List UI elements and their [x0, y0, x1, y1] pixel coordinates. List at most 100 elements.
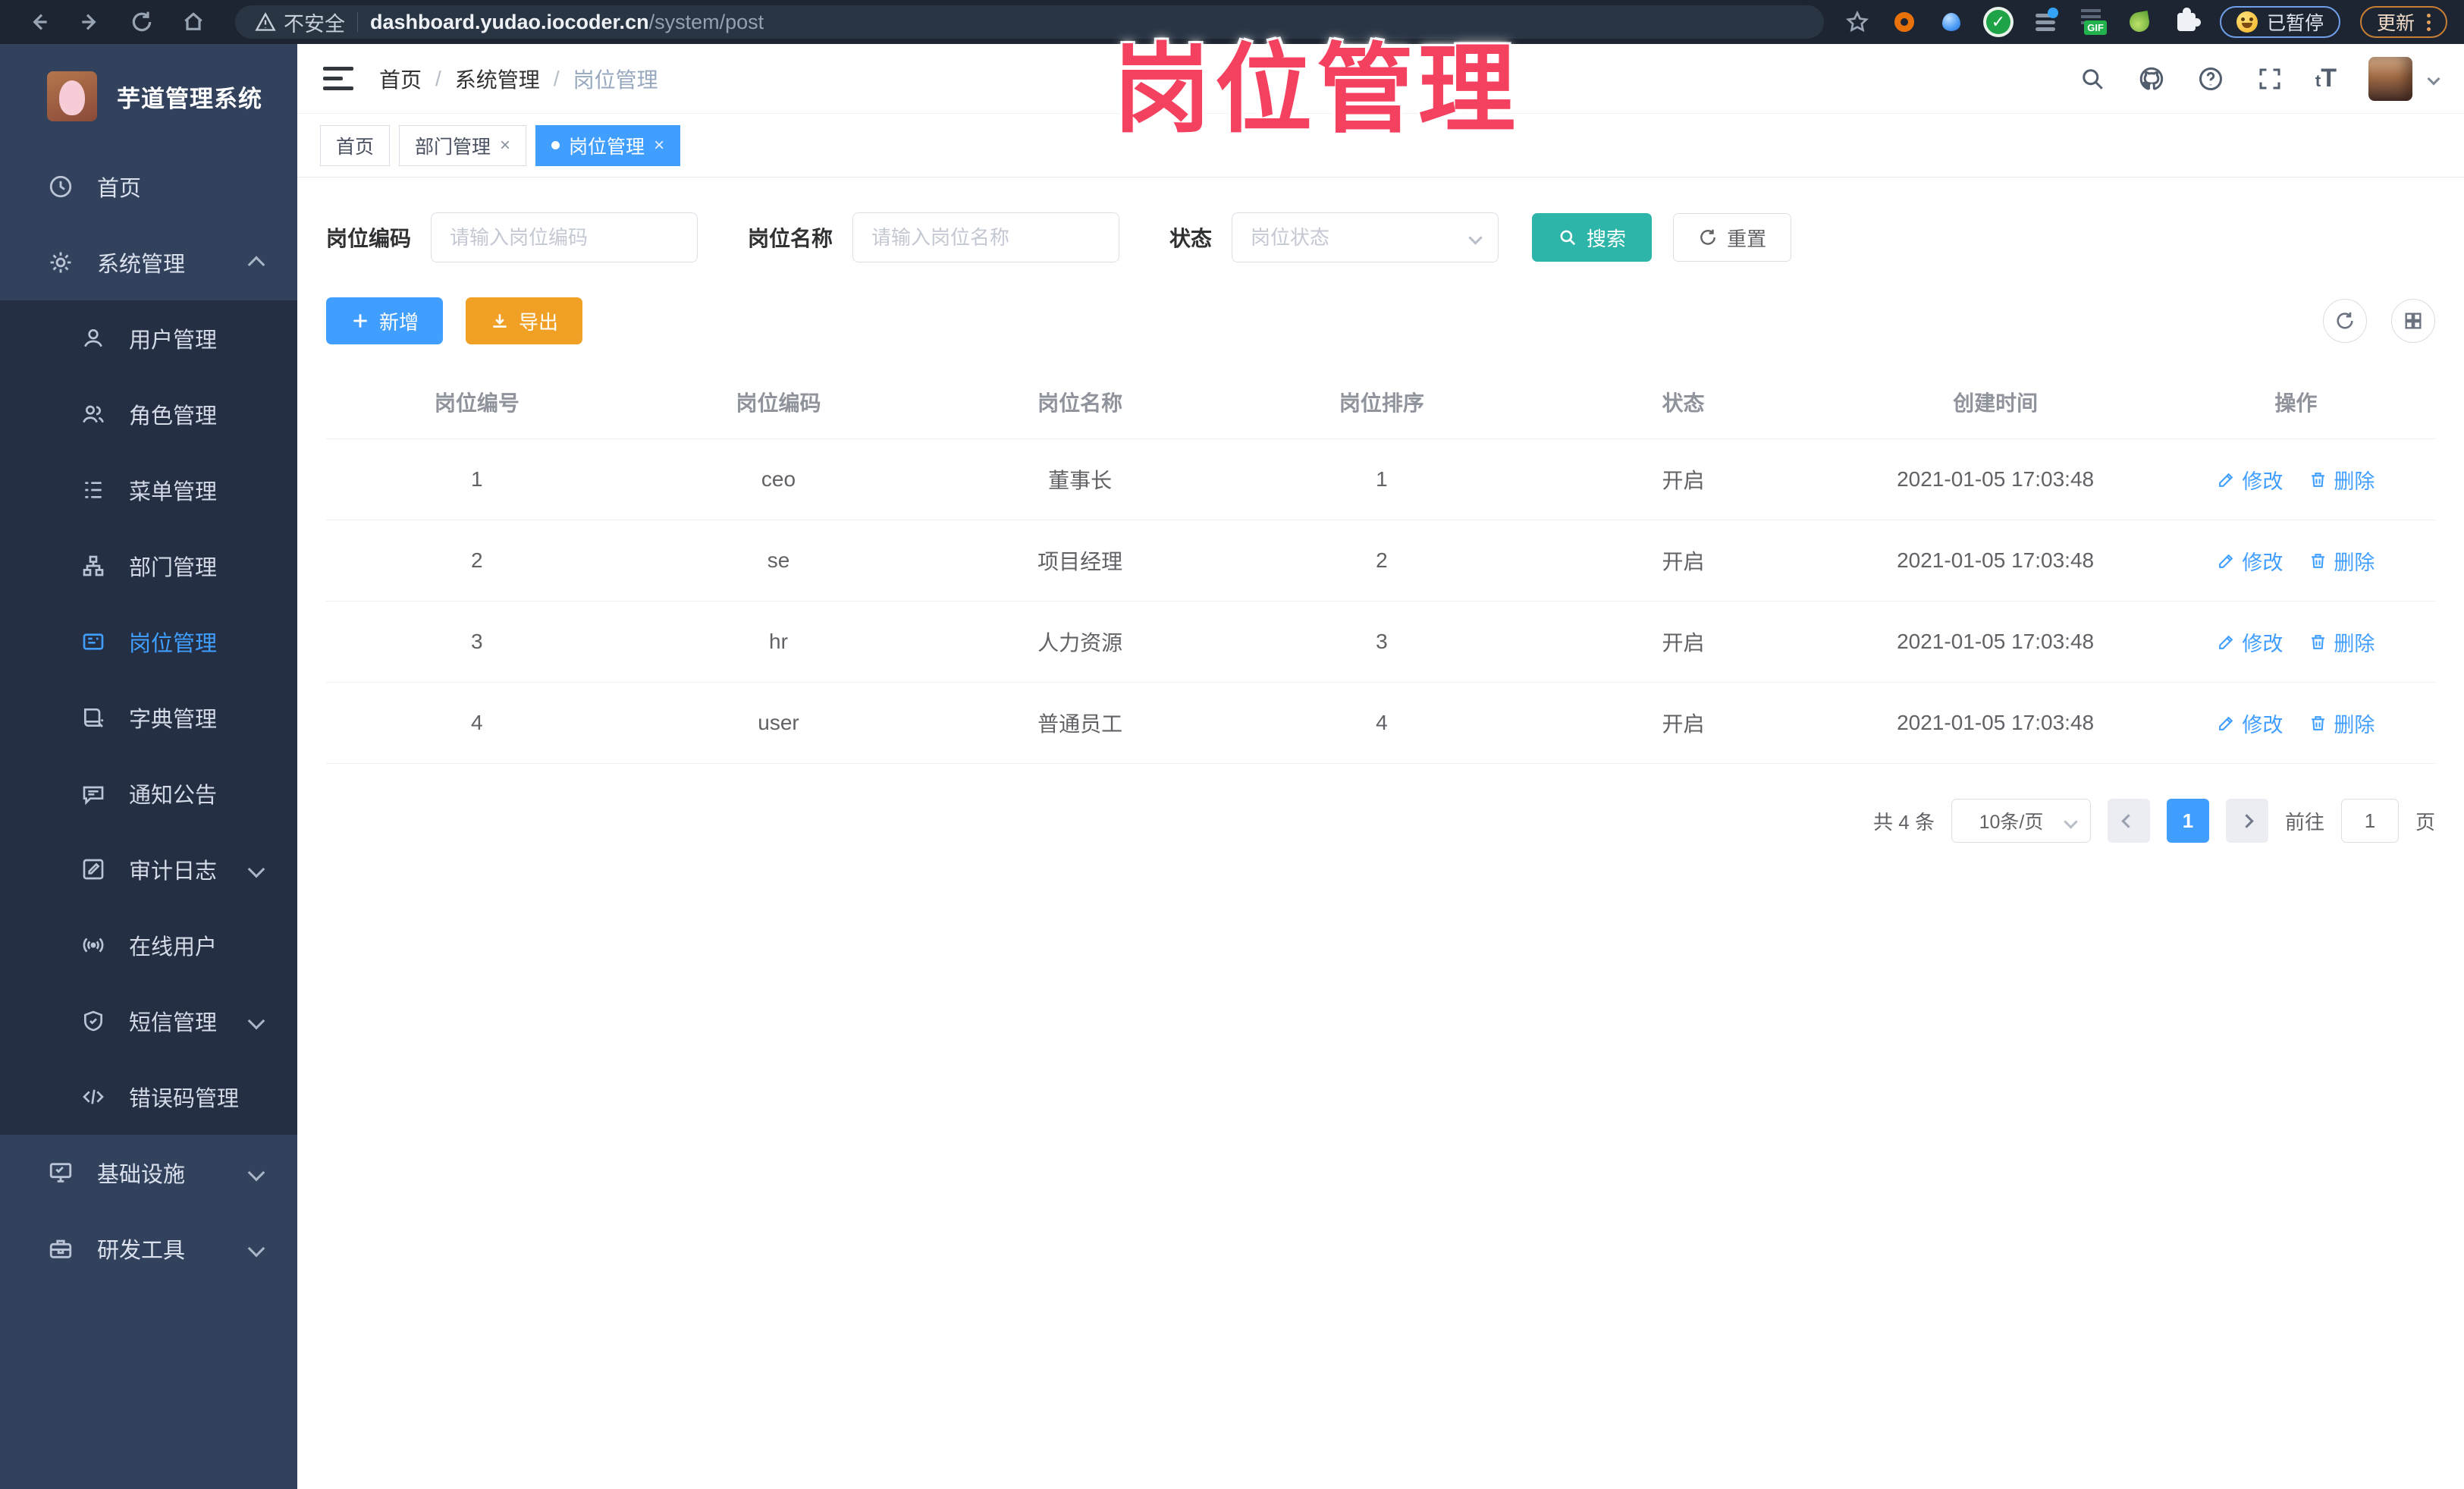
avatar-caret-icon[interactable] — [2427, 72, 2440, 85]
signal-icon — [80, 932, 106, 958]
extensions-puzzle-icon[interactable] — [2173, 8, 2201, 36]
breadcrumb-system[interactable]: 系统管理 — [455, 64, 540, 94]
extension-drop-icon[interactable] — [1938, 8, 1965, 36]
extension-sliders-icon[interactable] — [2032, 8, 2059, 36]
prev-page-button[interactable] — [2107, 799, 2150, 843]
sidebar-item-home[interactable]: 首页 — [0, 149, 297, 225]
trash-icon — [2312, 553, 2325, 568]
tab-departments[interactable]: 部门管理 × — [399, 124, 527, 166]
refresh-table-button[interactable] — [2323, 299, 2367, 343]
extension-sprout-icon[interactable] — [2126, 8, 2153, 36]
delete-link[interactable]: 删除 — [2309, 546, 2375, 576]
github-icon[interactable] — [2138, 65, 2165, 93]
status-select[interactable] — [1232, 212, 1499, 262]
tab-label: 岗位管理 — [569, 136, 645, 158]
sidebar-item-devtools[interactable]: 研发工具 — [0, 1211, 297, 1286]
extension-orange-icon[interactable] — [1891, 8, 1918, 36]
reset-button[interactable]: 重置 — [1673, 213, 1792, 262]
chevron-down-icon — [247, 860, 265, 878]
list-tree-icon — [80, 477, 106, 503]
collapse-sidebar-icon[interactable] — [323, 66, 353, 91]
tab-posts[interactable]: 岗位管理 × — [535, 124, 681, 166]
breadcrumb: 首页 / 系统管理 / 岗位管理 — [379, 64, 658, 94]
pencil-icon — [2219, 554, 2233, 568]
post-name-label: 岗位名称 — [748, 227, 833, 250]
update-label: 更新 — [2376, 13, 2415, 34]
edit-link[interactable]: 修改 — [2217, 708, 2283, 738]
page-size-value: 10条/页 — [1951, 799, 2091, 843]
font-size-icon[interactable]: tT — [2315, 64, 2337, 93]
org-tree-icon — [80, 553, 106, 579]
page-content: 岗位编码 岗位名称 状态 搜索 — [297, 177, 2464, 1489]
address-bar[interactable]: 不安全 dashboard.yudao.iocoder.cn/system/po… — [235, 5, 1824, 39]
sidebar-item-dict[interactable]: 字典管理 — [0, 680, 297, 755]
col-status: 状态 — [1532, 367, 1835, 439]
search-icon[interactable] — [2079, 65, 2106, 93]
delete-link[interactable]: 删除 — [2309, 465, 2375, 495]
sidebar-item-posts[interactable]: 岗位管理 — [0, 604, 297, 680]
add-button[interactable]: 新增 — [326, 297, 444, 344]
next-page-button[interactable] — [2225, 799, 2268, 843]
post-name-input[interactable] — [852, 212, 1120, 262]
extension-check-icon[interactable]: ✓ — [1985, 8, 2012, 36]
edit-link[interactable]: 修改 — [2217, 546, 2283, 576]
user-avatar[interactable] — [2368, 56, 2412, 101]
column-settings-button[interactable] — [2391, 299, 2435, 343]
trash-icon — [2312, 472, 2325, 487]
help-icon[interactable] — [2197, 65, 2224, 93]
extension-gif-icon[interactable]: GIF — [2079, 8, 2107, 36]
page-size-select[interactable]: 10条/页 — [1951, 799, 2091, 843]
page-url[interactable]: dashboard.yudao.iocoder.cn/system/post — [370, 11, 764, 34]
search-button[interactable]: 搜索 — [1532, 213, 1653, 262]
sidebar-item-label: 基础设施 — [97, 1163, 186, 1187]
sidebar-item-label: 短信管理 — [129, 1011, 218, 1035]
not-secure-warning[interactable]: 不安全 — [255, 8, 345, 37]
app-logo-row[interactable]: 芋道管理系统 — [0, 44, 297, 149]
close-icon[interactable]: × — [654, 135, 664, 156]
paused-badge[interactable]: 已暂停 — [2219, 6, 2340, 38]
home-icon[interactable] — [171, 5, 215, 39]
system-submenu: 用户管理 角色管理 菜单管理 部门管理 岗位管理 字典管理 通知公告 审计日志 … — [0, 300, 297, 1135]
sidebar-item-infrastructure[interactable]: 基础设施 — [0, 1135, 297, 1211]
gear-icon — [47, 249, 74, 276]
back-icon[interactable] — [17, 5, 61, 39]
sidebar-item-roles[interactable]: 角色管理 — [0, 376, 297, 452]
sidebar-item-label: 在线用户 — [129, 935, 218, 960]
edit-link[interactable]: 修改 — [2217, 627, 2283, 657]
sidebar-item-notice[interactable]: 通知公告 — [0, 755, 297, 831]
tab-home[interactable]: 首页 — [320, 124, 391, 166]
chevron-right-icon — [2240, 813, 2255, 828]
bookmark-star-icon[interactable] — [1844, 8, 1871, 36]
sidebar-item-error-codes[interactable]: 错误码管理 — [0, 1059, 297, 1135]
sidebar-item-online-users[interactable]: 在线用户 — [0, 907, 297, 983]
delete-link[interactable]: 删除 — [2309, 627, 2375, 657]
cell-id: 4 — [326, 682, 628, 764]
sidebar-item-audit-log[interactable]: 审计日志 — [0, 831, 297, 907]
browser-menu-icon[interactable] — [2427, 13, 2431, 31]
refresh-icon — [1700, 229, 1715, 245]
delete-link[interactable]: 删除 — [2309, 708, 2375, 738]
goto-label: 前往 — [2284, 810, 2324, 834]
sidebar-item-users[interactable]: 用户管理 — [0, 300, 297, 376]
breadcrumb-home[interactable]: 首页 — [379, 64, 422, 94]
sidebar-item-label: 审计日志 — [129, 859, 218, 884]
sidebar-item-menus[interactable]: 菜单管理 — [0, 452, 297, 528]
refresh-icon — [2337, 312, 2353, 329]
reload-icon[interactable] — [120, 5, 164, 39]
cell-sort: 3 — [1231, 601, 1533, 683]
page-number-1[interactable]: 1 — [2166, 799, 2209, 843]
status-select-input[interactable] — [1232, 212, 1499, 262]
post-code-input[interactable] — [431, 212, 698, 262]
filter-form: 岗位编码 岗位名称 状态 搜索 — [326, 212, 2435, 262]
sidebar-item-label: 字典管理 — [129, 708, 218, 732]
sidebar-item-sms[interactable]: 短信管理 — [0, 983, 297, 1059]
forward-icon[interactable] — [68, 5, 112, 39]
export-button[interactable]: 导出 — [466, 297, 583, 344]
update-button[interactable]: 更新 — [2359, 6, 2447, 38]
sidebar-item-departments[interactable]: 部门管理 — [0, 528, 297, 604]
fullscreen-icon[interactable] — [2256, 65, 2284, 93]
sidebar-item-system[interactable]: 系统管理 — [0, 225, 297, 300]
goto-page-input[interactable] — [2340, 799, 2399, 843]
edit-link[interactable]: 修改 — [2217, 465, 2283, 495]
close-icon[interactable]: × — [500, 135, 510, 156]
